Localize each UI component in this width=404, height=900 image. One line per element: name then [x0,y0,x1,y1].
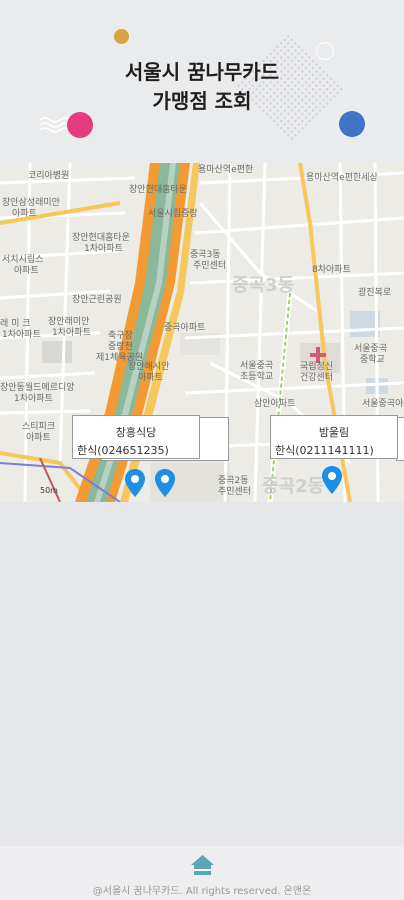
map-scale-label: 50m [40,486,58,495]
map-label: 서치시립스 [2,255,44,265]
map-label: 장안동월드메르디앙 [0,383,75,393]
map-pin-icon[interactable] [124,468,146,498]
merchant-map[interactable]: 코리아병원 장안현대홈타운 장안삼성래미안 아파트 장안현대홈타운 1차아파트 … [0,163,404,502]
map-label: 광진복로 [358,288,392,298]
map-label: 아파트 [26,433,51,443]
home-icon[interactable] [190,854,215,876]
map-label: 중곡아파트 [164,323,206,333]
map-label: 1차아파트 [84,244,123,254]
decor-dot-orange [114,29,129,44]
footer: @서울시 꿈나무카드. All rights reserved. 온앤온 [0,846,404,900]
page-title-line1: 서울시 꿈나무카드 [124,60,280,84]
merchant-name: 밤울림 [318,426,350,439]
merchant-category-phone: 한식(0211141111) [275,444,374,457]
map-label: 서울중곡 [354,344,388,354]
map-district-label: 중곡2동 [262,476,325,497]
merchant-popup[interactable]: 밤울림 한식(0211141111) [270,415,398,459]
map-label: 주민센터 [193,261,227,271]
map-label: 서울중곡 [240,361,274,371]
map-label: 코리아병원 [28,171,70,181]
map-label: 장안현대홈타운 [129,185,187,195]
map-label: 중랑천 [108,342,133,352]
map-label: 1차아파트 [2,330,41,340]
map-label: 장안해시안 [128,362,170,372]
map-label: 국립정신 [300,362,334,372]
map-label: 중곡3동 [190,250,221,260]
map-label: 스티피크 [22,422,56,432]
map-label: 장안래미안 [48,317,90,327]
page-title-line2: 가맹점 조회 [152,89,252,113]
map-label: 장안삼성래미안 [2,198,60,208]
map-label: 서울중곡아파 [362,399,404,409]
map-label: 삼안아파트 [254,399,296,409]
copyright-text: @서울시 꿈나무카드. All rights reserved. 온앤온 [92,886,312,897]
map-label: 서울시립중랑 [148,209,198,219]
map-label: 초등학교 [240,372,274,382]
map-label: 아파트 [14,266,39,276]
map-label: 1차아파트 [52,328,91,338]
map-label: 8차아파트 [312,265,351,275]
map-label: 장안근린공원 [72,295,122,305]
map-label: 용마산역e편한세상 [306,173,378,183]
map-label: 용마산역e편한 [198,165,254,175]
map-label: 아파트 [12,209,37,219]
map-label: 주민센터 [218,487,252,497]
map-district-label: 중곡3동 [232,275,295,296]
map-pin-icon[interactable] [321,465,343,495]
header: 서울시 꿈나무카드 가맹점 조회 [0,0,404,163]
map-label: 래 미 크 [0,319,31,329]
map-label: 1차아파트 [14,394,53,404]
map-label: 중학교 [360,355,385,365]
merchant-category-phone: 한식(024651235) [77,444,169,457]
map-label: 장안현대홈타운 [72,233,130,243]
map-label: 중곡2동 [218,476,249,486]
map-label: 축구장 [108,331,133,341]
map-pin-icon[interactable] [154,468,176,498]
merchant-popup[interactable]: 창흥식당 한식(024651235) [72,415,200,459]
page-title: 서울시 꿈나무카드 가맹점 조회 [0,58,404,116]
map-label: 아파트 [138,373,163,383]
map-label: 건강센터 [300,373,334,383]
merchant-name: 창흥식당 [115,426,157,439]
